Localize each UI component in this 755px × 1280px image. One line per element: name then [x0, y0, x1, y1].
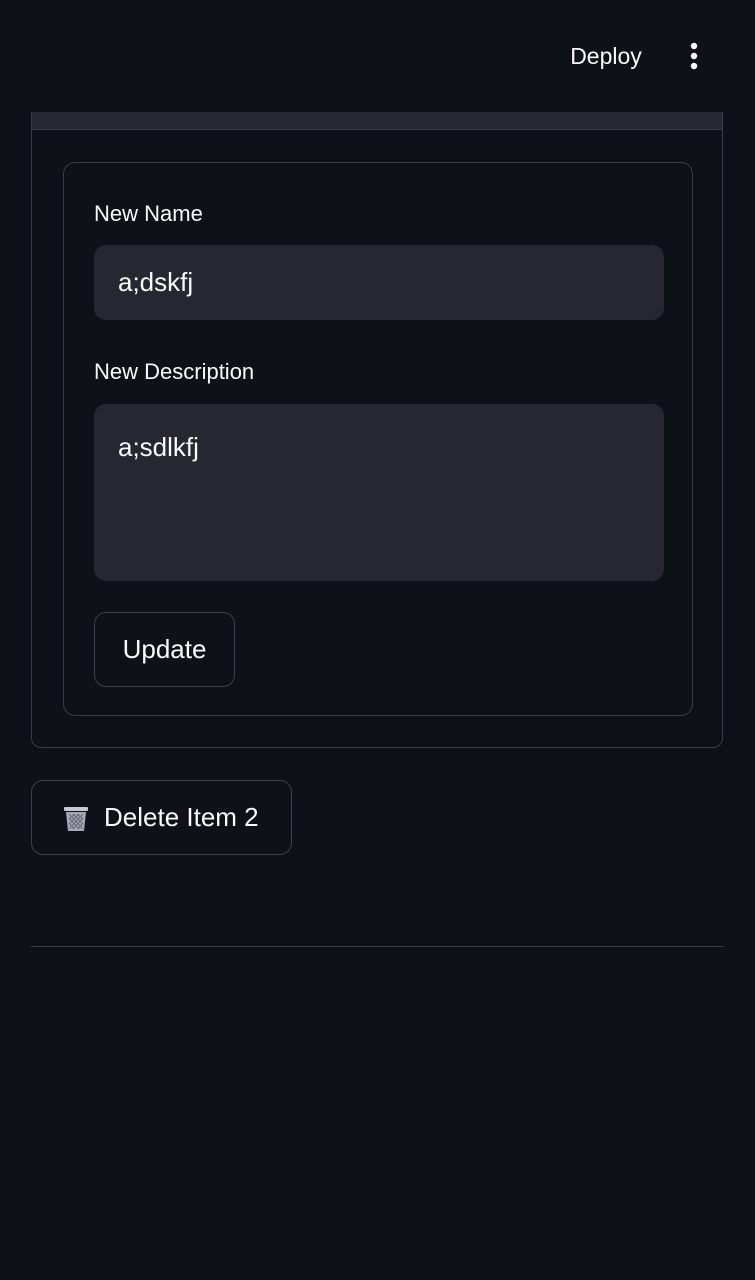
- kebab-vertical-icon: [690, 42, 698, 70]
- new-name-input[interactable]: [94, 245, 664, 320]
- delete-item-button[interactable]: Delete Item 2: [31, 780, 292, 855]
- new-name-label: New Name: [94, 201, 203, 226]
- expander-header-strip[interactable]: [32, 112, 722, 130]
- wastebasket-icon: [64, 806, 88, 831]
- new-description-label: New Description: [94, 359, 255, 384]
- edit-item-form: New Name New Description a;sdlkfj Update: [63, 162, 693, 716]
- update-button[interactable]: Update: [94, 612, 235, 687]
- horizontal-divider: [31, 946, 724, 947]
- app-page: Deploy New Name New Description a;sdlkfj…: [0, 0, 755, 1280]
- app-header: Deploy: [0, 0, 755, 112]
- item-expander: New Name New Description a;sdlkfj Update: [31, 112, 723, 748]
- delete-item-label: Delete Item 2: [104, 802, 259, 832]
- new-description-textarea[interactable]: a;sdlkfj: [94, 404, 664, 581]
- deploy-button[interactable]: Deploy: [556, 36, 656, 76]
- main-menu-button[interactable]: [678, 36, 710, 76]
